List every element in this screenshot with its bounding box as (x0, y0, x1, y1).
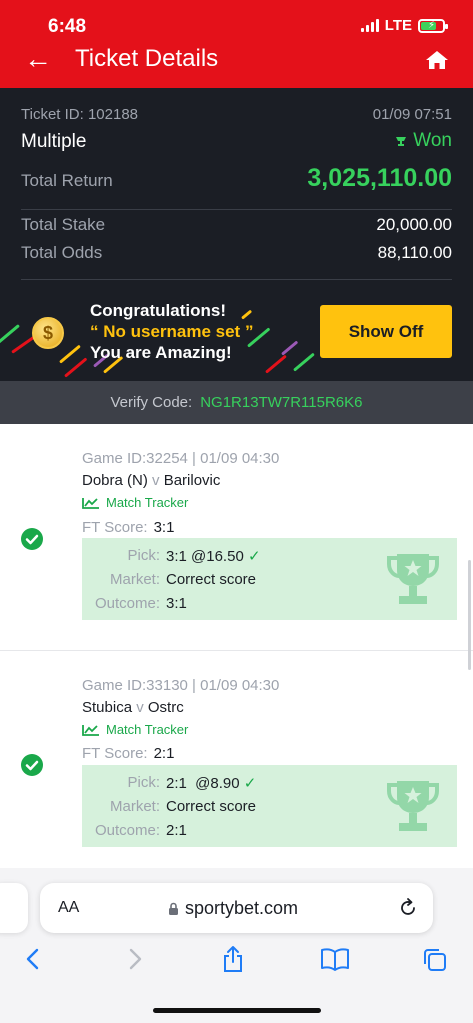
versus-label: v (136, 699, 144, 716)
match-tracker-label: Match Tracker (106, 722, 189, 737)
ticket-date: 01/09 07:51 (372, 106, 452, 123)
outcome-label: Outcome: (94, 595, 160, 612)
scrollbar[interactable] (468, 560, 471, 670)
back-arrow-icon[interactable]: ← (24, 44, 52, 74)
check-circle-icon (21, 528, 43, 550)
reload-icon[interactable] (397, 897, 419, 919)
congrats-username: “ No username set ” (90, 322, 254, 341)
result-label: Won (413, 130, 452, 151)
ft-score: FT Score: 3:1 (82, 519, 174, 536)
home-indicator[interactable] (153, 1008, 321, 1013)
away-team: Ostrc (147, 699, 184, 716)
ft-score-label: FT Score: (82, 745, 148, 762)
ticket-summary: Ticket ID: 102188 01/09 07:51 Multiple W… (0, 88, 473, 381)
tick-icon: ✓ (247, 548, 261, 565)
page-title: Ticket Details (75, 45, 219, 72)
pick-label: Pick: (127, 547, 160, 564)
pick-details: Pick: 3:1 @16.50 ✓ Market: Correct score… (82, 538, 457, 620)
versus-label: v (152, 472, 160, 489)
total-stake-label: Total Stake (21, 215, 106, 234)
ft-score-value: 2:1 (153, 745, 175, 762)
tab-peek[interactable] (0, 883, 28, 933)
url-text: sportybet.com (185, 898, 299, 918)
ticket-id: Ticket ID: 102188 (21, 106, 139, 123)
trophy-icon (387, 781, 439, 831)
match-teams: Dobra (N) v Barilovic (82, 472, 220, 489)
outcome-label: Outcome: (94, 822, 160, 839)
total-odds-label: Total Odds (21, 243, 103, 262)
home-team: Stubica (82, 699, 133, 716)
ft-score-value: 3:1 (153, 519, 175, 536)
match-tracker-link[interactable]: Match Tracker (82, 495, 188, 510)
show-off-button[interactable]: Show Off (320, 305, 452, 358)
market-value: Correct score (166, 798, 257, 815)
congrats-text: Congratulations! “ No username set ” You… (90, 300, 253, 363)
tabs-icon[interactable] (422, 945, 448, 973)
divider (21, 209, 452, 210)
verify-code[interactable]: NG1R13TW7R115R6K6 (200, 394, 362, 411)
match-tracker-link[interactable]: Match Tracker (82, 722, 188, 737)
battery-icon: ⚡ (418, 18, 448, 33)
ticket-type: Multiple (21, 131, 87, 152)
divider (21, 279, 452, 280)
pick-text: 3:1 @16.50 (166, 548, 244, 565)
share-icon[interactable] (220, 945, 246, 973)
away-team: Barilovic (163, 472, 221, 489)
pick-text: 2:1 @8.90 (166, 775, 240, 792)
bookmarks-icon[interactable] (320, 945, 350, 973)
total-odds-value: 88,110.00 (377, 243, 452, 262)
tick-icon: ✓ (243, 775, 257, 792)
pick-label: Pick: (127, 774, 160, 791)
verify-code-bar: Verify Code: NG1R13TW7R115R6K6 (0, 381, 473, 424)
match-teams: Stubica v Ostrc (82, 699, 184, 716)
status-badge: Won (395, 130, 452, 152)
chart-line-icon (82, 724, 99, 736)
reader-aa-button[interactable]: AA (58, 899, 79, 917)
pick-value: 2:1 @8.90 ✓ (166, 774, 256, 792)
check-circle-icon (21, 754, 43, 776)
trophy-icon (387, 554, 439, 604)
ft-score-label: FT Score: (82, 519, 148, 536)
signal-icon (360, 19, 379, 32)
status-time: 6:48 (48, 16, 87, 37)
pick-details: Pick: 2:1 @8.90 ✓ Market: Correct score … (82, 765, 457, 847)
url-display[interactable]: sportybet.com (168, 898, 298, 919)
forward-icon[interactable] (122, 945, 148, 973)
game-id: Game ID:33130 | 01/09 04:30 (82, 677, 280, 694)
market-label: Market: (109, 571, 160, 588)
verify-label: Verify Code: (110, 394, 193, 411)
outcome-value: 2:1 (166, 822, 187, 839)
coin-icon: $ (32, 317, 64, 349)
total-return-value: 3,025,110.00 (307, 164, 452, 192)
back-icon[interactable] (20, 945, 46, 973)
game-id: Game ID:32254 | 01/09 04:30 (82, 450, 280, 467)
home-team: Dobra (N) (82, 472, 148, 489)
trophy-small-icon (396, 137, 407, 146)
market-value: Correct score (166, 571, 257, 588)
outcome-value: 3:1 (166, 595, 187, 612)
lock-icon (169, 902, 178, 915)
ft-score: FT Score: 2:1 (82, 745, 174, 762)
market-label: Market: (109, 798, 160, 815)
congrats-line3: You are Amazing! (90, 343, 232, 362)
congrats-banner: $ Congratulations! “ No username set ” Y… (0, 291, 473, 381)
pick-value: 3:1 @16.50 ✓ (166, 547, 261, 565)
divider (0, 650, 473, 651)
network-label: LTE (384, 17, 412, 34)
total-return-label: Total Return (21, 171, 113, 190)
chart-line-icon (82, 497, 99, 509)
total-stake-value: 20,000.00 (376, 215, 452, 234)
app-header: 6:48 LTE ⚡ ← Ticket Details (0, 0, 473, 88)
home-icon[interactable] (425, 50, 449, 70)
match-tracker-label: Match Tracker (106, 495, 189, 510)
congrats-line1: Congratulations! (90, 301, 226, 320)
status-indicators: LTE ⚡ (360, 17, 448, 34)
